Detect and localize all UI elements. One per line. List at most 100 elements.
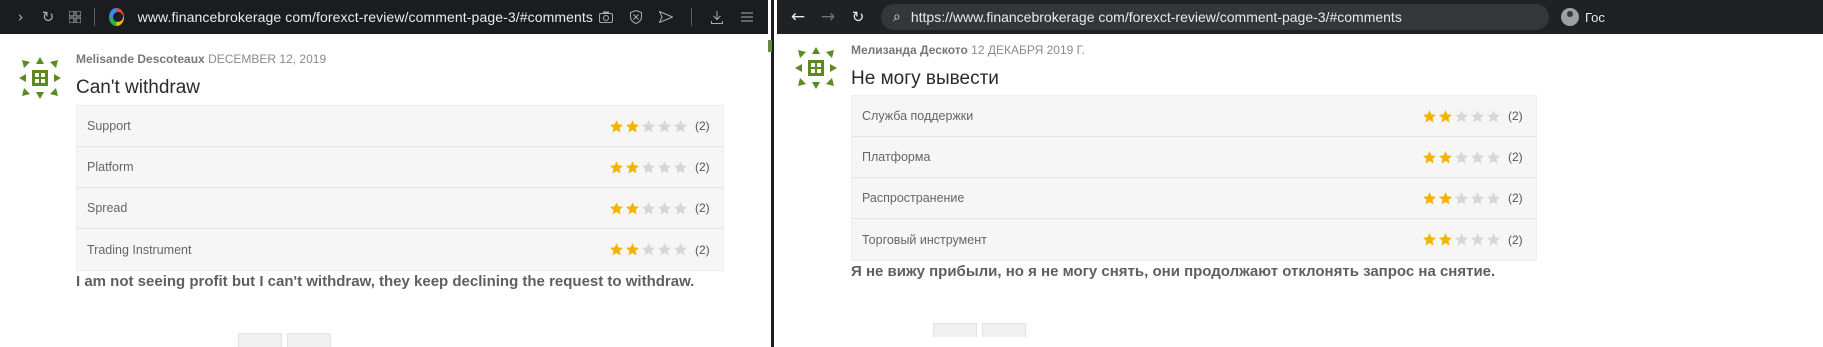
toolbar-separator — [94, 8, 95, 26]
star-empty-icon — [674, 119, 687, 132]
star-empty-icon — [674, 160, 687, 173]
star-filled-icon — [1423, 150, 1436, 163]
dislike-button[interactable] — [982, 323, 1026, 337]
rating-label: Support — [87, 119, 131, 133]
star-empty-icon — [642, 201, 655, 214]
comment-body: Я не вижу прибыли, но я не могу снять, о… — [851, 263, 1496, 280]
reload-icon[interactable]: ↻ — [845, 4, 871, 30]
shield-icon[interactable] — [623, 4, 649, 30]
forward-arrow-icon[interactable]: → — [815, 4, 841, 30]
rating-row: Support (2) — [77, 106, 723, 147]
comment-left: Melisande Descoteaux DECEMBER 12, 2019 C… — [0, 34, 768, 347]
star-rating — [609, 242, 688, 257]
star-rating — [1422, 109, 1501, 124]
star-empty-icon — [642, 119, 655, 132]
rating-count: (2) — [695, 242, 710, 257]
send-icon[interactable] — [653, 4, 679, 30]
star-filled-icon — [626, 119, 639, 132]
comment-right: Мелизанда Деското 12 ДЕКАБРЯ 2019 Г. Не м… — [777, 34, 1823, 347]
rating-label: Торговый инструмент — [862, 232, 987, 247]
star-empty-icon — [658, 160, 671, 173]
comment-author[interactable]: Мелизанда Деското — [851, 43, 968, 57]
comment-date: 12 ДЕКАБРЯ 2019 Г. — [967, 43, 1085, 57]
profile-icon — [1561, 8, 1579, 26]
rating-count: (2) — [695, 160, 710, 174]
star-filled-icon — [610, 119, 623, 132]
google-icon — [108, 8, 124, 26]
star-empty-icon — [1455, 109, 1468, 122]
star-empty-icon — [1455, 191, 1468, 204]
star-filled-icon — [626, 160, 639, 173]
rating-label: Платформа — [862, 150, 931, 164]
star-empty-icon — [658, 119, 671, 132]
rating-count: (2) — [695, 119, 710, 133]
rating-row: Торговый инструмент (2) — [852, 219, 1536, 260]
rating-row: Служба поддержки (2) — [852, 96, 1536, 137]
like-button[interactable] — [238, 333, 282, 347]
toolbar-separator — [691, 8, 692, 26]
menu-icon[interactable] — [734, 4, 760, 30]
right-browser-window: ← → ↻ ⌕ https://www.financebrokerage com… — [777, 0, 1823, 347]
star-empty-icon — [1487, 109, 1500, 122]
star-filled-icon — [610, 201, 623, 214]
rating-count: (2) — [695, 201, 710, 215]
rating-count: (2) — [1508, 191, 1523, 205]
like-button[interactable] — [933, 323, 977, 337]
star-filled-icon — [1439, 150, 1452, 163]
tab-grid-icon[interactable] — [65, 4, 86, 30]
comment-title: Can't withdraw — [76, 77, 201, 98]
star-empty-icon — [1455, 233, 1468, 246]
star-empty-icon — [674, 201, 687, 214]
rating-label: Trading Instrument — [87, 242, 192, 257]
star-rating — [609, 119, 688, 134]
rating-row: Spread (2) — [77, 188, 723, 229]
rating-row: Распространение (2) — [852, 178, 1536, 219]
star-empty-icon — [1487, 191, 1500, 204]
star-empty-icon — [1455, 150, 1468, 163]
star-empty-icon — [658, 243, 671, 256]
avatar — [795, 47, 837, 89]
rating-label: Platform — [87, 160, 134, 174]
star-empty-icon — [1471, 109, 1484, 122]
star-rating — [1422, 150, 1501, 165]
rating-label: Распространение — [862, 191, 965, 205]
star-rating — [1422, 191, 1501, 206]
star-filled-icon — [1423, 109, 1436, 122]
star-empty-icon — [642, 160, 655, 173]
ratings-table: Support (2) Platform (2) Spread (2) Trading In… — [76, 105, 724, 271]
rating-row: Платформа (2) — [852, 137, 1536, 178]
profile-label: Гос — [1585, 9, 1605, 25]
star-filled-icon — [1423, 191, 1436, 204]
star-empty-icon — [1471, 191, 1484, 204]
star-filled-icon — [1439, 109, 1452, 122]
back-arrow-icon[interactable]: ← — [785, 4, 811, 30]
star-empty-icon — [1471, 233, 1484, 246]
left-browser-window: › ↻ www.financebrokerage com/forexct-rev… — [0, 0, 768, 347]
reload-icon[interactable]: ↻ — [37, 4, 58, 30]
star-filled-icon — [1423, 233, 1436, 246]
comment-actions-cut — [777, 323, 1696, 337]
chevron-right-icon[interactable]: › — [10, 4, 31, 30]
camera-icon[interactable] — [593, 4, 619, 30]
comment-actions-cut — [0, 333, 768, 347]
download-icon[interactable] — [704, 4, 730, 30]
star-filled-icon — [1439, 191, 1452, 204]
rating-count: (2) — [1508, 109, 1523, 123]
rating-label: Служба поддержки — [862, 109, 974, 123]
star-empty-icon — [1487, 150, 1500, 163]
address-bar-url[interactable]: www.financebrokerage com/forexct-review/… — [138, 9, 593, 25]
omnibox[interactable]: ⌕ https://www.financebrokerage com/forex… — [881, 4, 1549, 30]
star-filled-icon — [626, 201, 639, 214]
profile-button[interactable]: Гос — [1561, 8, 1605, 26]
address-bar-url[interactable]: https://www.financebrokerage com/forexct… — [911, 9, 1402, 25]
star-filled-icon — [1439, 233, 1452, 246]
star-rating — [1422, 232, 1501, 247]
star-empty-icon — [1471, 150, 1484, 163]
comment-author[interactable]: Melisande Descoteaux — [76, 52, 205, 66]
dislike-button[interactable] — [287, 333, 331, 347]
search-icon: ⌕ — [893, 9, 901, 25]
star-filled-icon — [610, 160, 623, 173]
star-rating — [609, 201, 688, 216]
comment-body: I am not seeing profit but I can't withd… — [76, 273, 695, 290]
star-filled-icon — [626, 243, 639, 256]
